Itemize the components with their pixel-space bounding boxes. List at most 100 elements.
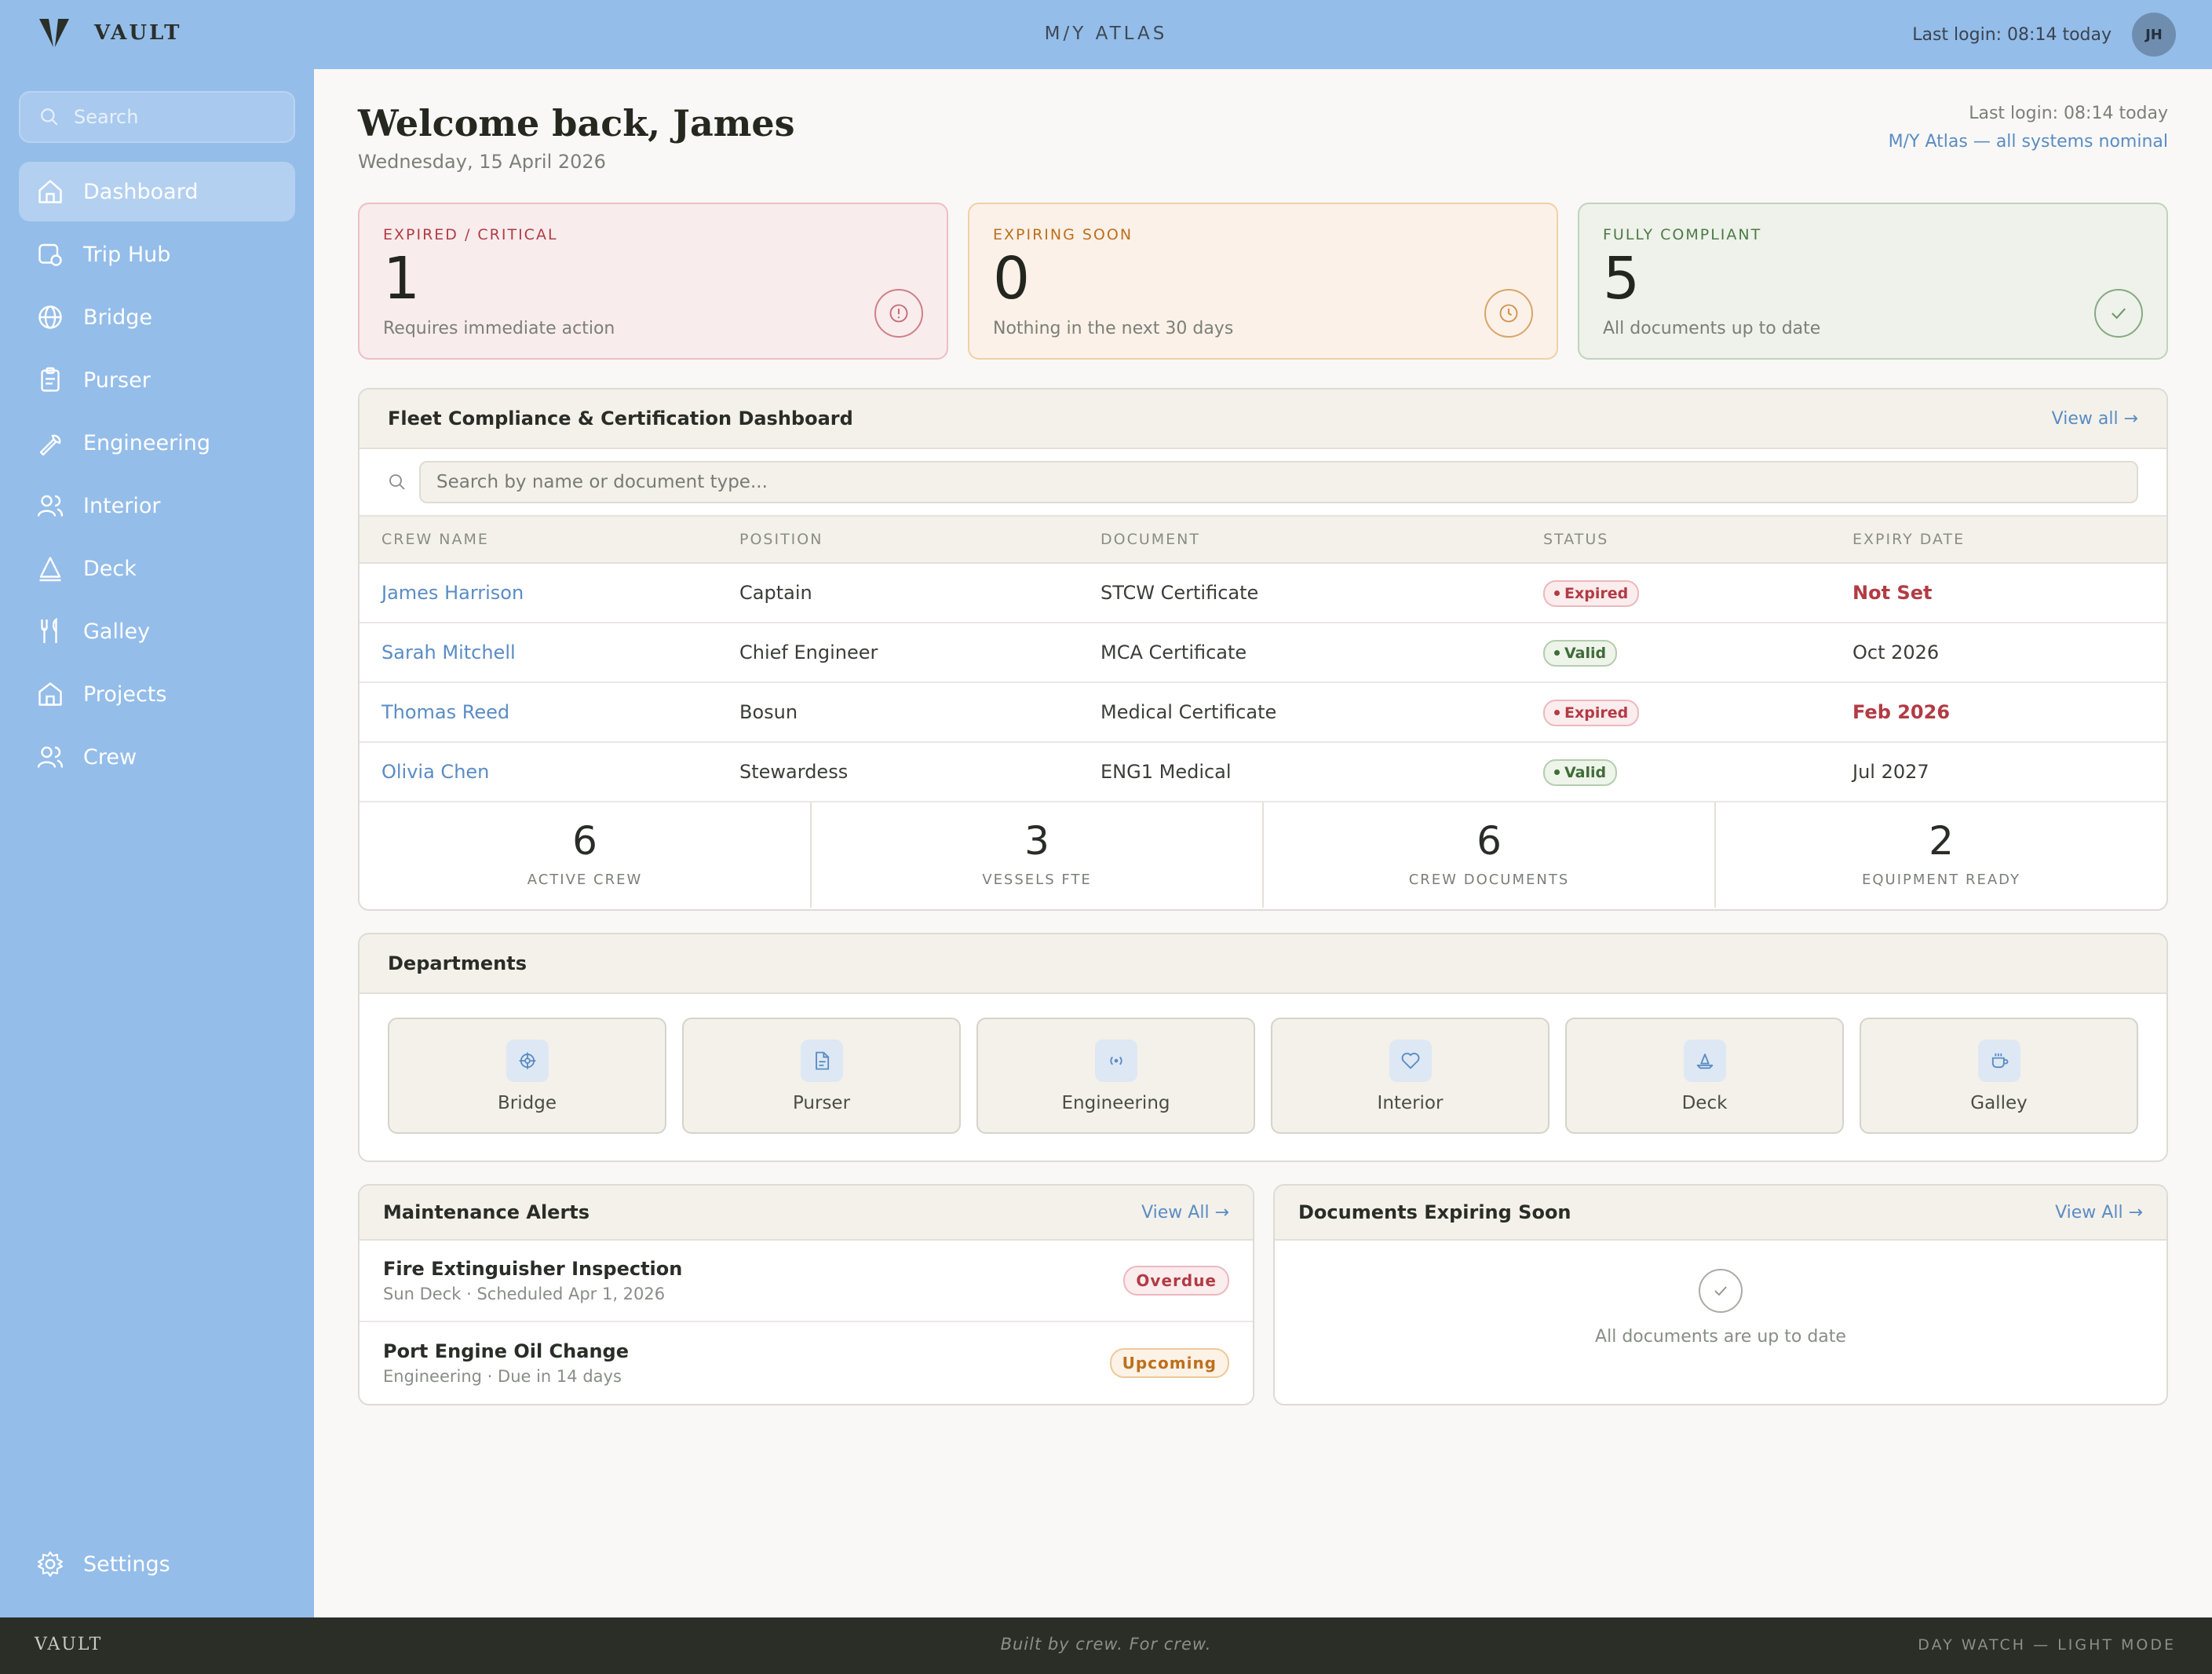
main-content: Welcome back, James Wednesday, 15 April … [314, 69, 2212, 1617]
check-circle-icon [1699, 1269, 1743, 1313]
status-badge: Valid [1543, 639, 1618, 667]
last-login-info: Last login: 08:14 today [1969, 104, 2168, 123]
sidebar-item-label: Projects [83, 682, 167, 707]
sidebar-item-interior[interactable]: Interior [19, 476, 295, 535]
department-tile-interior[interactable]: Interior [1271, 1018, 1549, 1134]
current-date: Wednesday, 15 April 2026 [358, 151, 606, 173]
department-label: Bridge [498, 1093, 557, 1113]
department-tile-deck[interactable]: Deck [1565, 1018, 1844, 1134]
crew-name-link[interactable]: Sarah Mitchell [360, 641, 739, 663]
sidebar-item-crew[interactable]: Crew [19, 727, 295, 787]
stat-label: EXPIRED / CRITICAL [383, 226, 558, 243]
sidebar-item-label: Trip Hub [83, 242, 171, 267]
department-tile-purser[interactable]: Purser [682, 1018, 961, 1134]
metric-equipment-ready: 2 EQUIPMENT READY [1716, 802, 2166, 908]
system-status[interactable]: M/Y Atlas — all systems nominal [1889, 132, 2168, 152]
table-row[interactable]: Thomas Reed Bosun Medical Certificate Ex… [360, 683, 2166, 743]
avatar[interactable]: JH [2132, 13, 2176, 57]
utensils-icon [41, 617, 57, 643]
status-badge: Expired [1543, 699, 1640, 726]
metric-label: ACTIVE CREW [527, 872, 643, 888]
helm-icon [519, 1052, 535, 1069]
position-cell: Bosun [739, 701, 798, 723]
metric-label: CREW DOCUMENTS [1408, 872, 1570, 888]
document-cell: ENG1 Medical [1101, 761, 1232, 783]
status-badge-label: Valid [1564, 763, 1607, 781]
metric-vessels: 3 VESSELS FTE [812, 802, 1264, 908]
crew-name-link[interactable]: James Harrison [360, 582, 739, 604]
status-badge: Overdue [1123, 1266, 1229, 1296]
sidebar-item-label: Interior [83, 493, 161, 518]
crew-name-link[interactable]: Olivia Chen [360, 761, 739, 783]
column-header-expiry[interactable]: EXPIRY DATE [1852, 531, 2166, 548]
sidebar-nav: Dashboard Trip Hub Bridge Purser Enginee… [19, 162, 295, 790]
document-cell: MCA Certificate [1101, 641, 1247, 663]
panel-title: Fleet Compliance & Certification Dashboa… [388, 408, 853, 429]
position-cell: Captain [739, 582, 812, 604]
sidebar-item-label: Deck [83, 556, 137, 581]
stat-card-critical[interactable]: EXPIRED / CRITICAL 1 Requires immediate … [358, 203, 948, 360]
column-header-document[interactable]: DOCUMENT [1101, 531, 1543, 548]
file-icon [815, 1051, 829, 1070]
sidebar-item-trip-hub[interactable]: Trip Hub [19, 225, 295, 284]
sidebar-item-label: Purser [83, 367, 151, 393]
sidebar: Search Dashboard Trip Hub Bridge Purser … [0, 69, 314, 1617]
metric-value: 3 [1024, 818, 1049, 864]
check-icon [2094, 289, 2143, 338]
sidebar-item-deck[interactable]: Deck [19, 539, 295, 598]
sidebar-item-bridge[interactable]: Bridge [19, 287, 295, 347]
sidebar-item-settings[interactable]: Settings [19, 1534, 295, 1594]
alert-circle-icon [874, 289, 923, 338]
department-tile-galley[interactable]: Galley [1860, 1018, 2138, 1134]
sidebar-item-dashboard[interactable]: Dashboard [19, 162, 295, 221]
sidebar-search-input[interactable]: Search [19, 91, 295, 143]
table-row[interactable]: Sarah Mitchell Chief Engineer MCA Certif… [360, 623, 2166, 683]
column-header-position[interactable]: POSITION [739, 531, 1101, 548]
stat-subtext: All documents up to date [1603, 319, 1821, 338]
search-icon [41, 108, 58, 126]
sidebar-search-placeholder: Search [74, 106, 139, 128]
column-header-status[interactable]: STATUS [1543, 531, 1852, 548]
crew-name-link[interactable]: Thomas Reed [360, 701, 739, 723]
signal-icon [1109, 1056, 1122, 1065]
globe-icon [38, 305, 62, 329]
compliance-panel: Fleet Compliance & Certification Dashboa… [358, 388, 2168, 911]
sidebar-item-projects[interactable]: Projects [19, 664, 295, 724]
table-row[interactable]: James Harrison Captain STCW Certificate … [360, 564, 2166, 623]
panel-title: Departments [388, 952, 527, 974]
sidebar-settings-label: Settings [83, 1552, 170, 1577]
document-cell: Medical Certificate [1101, 701, 1277, 723]
documents-expiring-panel: Documents Expiring Soon View All → All d… [1273, 1184, 2168, 1405]
list-item[interactable]: Fire Extinguisher Inspection Sun Deck · … [360, 1241, 1253, 1322]
department-label: Interior [1377, 1093, 1444, 1113]
stat-value: 0 [993, 245, 1031, 313]
stat-label: FULLY COMPLIANT [1603, 226, 1762, 243]
table-row[interactable]: Olivia Chen Stewardess ENG1 Medical Vali… [360, 743, 2166, 802]
theme-mode-toggle[interactable]: DAY WATCH — LIGHT MODE [1918, 1636, 2176, 1654]
stat-value: 1 [383, 245, 421, 313]
alert-title: Fire Extinguisher Inspection [383, 1258, 683, 1280]
sidebar-item-galley[interactable]: Galley [19, 601, 295, 661]
view-all-link[interactable]: View All → [2055, 1203, 2143, 1223]
list-item[interactable]: Port Engine Oil Change Engineering · Due… [360, 1322, 1253, 1404]
stat-card-compliant[interactable]: FULLY COMPLIANT 5 All documents up to da… [1578, 203, 2168, 360]
department-tile-bridge[interactable]: Bridge [388, 1018, 666, 1134]
summary-metrics: 6 ACTIVE CREW 3 VESSELS FTE 6 CREW DOCUM… [360, 802, 2166, 908]
stat-card-expiring[interactable]: EXPIRING SOON 0 Nothing in the next 30 d… [968, 203, 1558, 360]
column-header-crew-name[interactable]: CREW NAME [360, 531, 739, 548]
footer-tagline: Built by crew. For crew. [1000, 1635, 1212, 1654]
view-all-link[interactable]: View all → [2052, 409, 2138, 429]
status-badge-label: Expired [1564, 584, 1629, 602]
trip-hub-icon [38, 243, 62, 266]
sidebar-item-purser[interactable]: Purser [19, 350, 295, 410]
stat-label: EXPIRING SOON [993, 226, 1133, 243]
view-all-link[interactable]: View All → [1141, 1203, 1229, 1223]
stat-subtext: Nothing in the next 30 days [993, 319, 1234, 338]
table-search-input[interactable]: Search by name or document type... [419, 461, 2138, 503]
alert-title: Port Engine Oil Change [383, 1340, 629, 1362]
department-tile-engineering[interactable]: Engineering [976, 1018, 1255, 1134]
department-label: Galley [1970, 1093, 2028, 1113]
users-icon [37, 495, 64, 517]
sidebar-item-engineering[interactable]: Engineering [19, 413, 295, 473]
panel-title: Documents Expiring Soon [1298, 1201, 1571, 1223]
